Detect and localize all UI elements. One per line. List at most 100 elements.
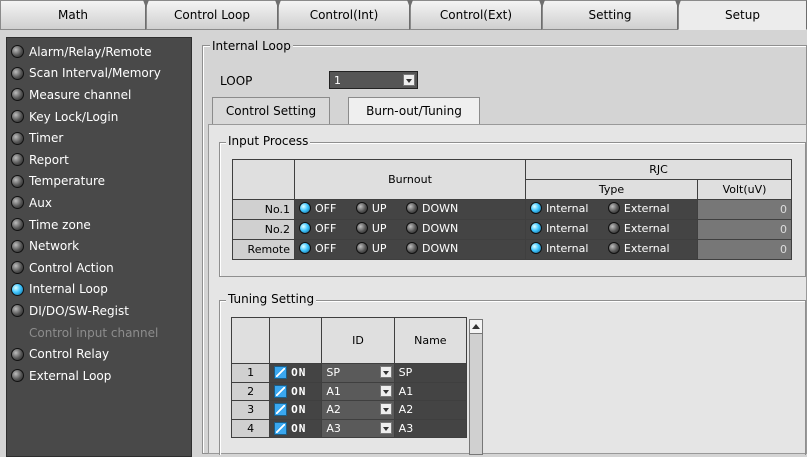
rjc-type-options: Internal External <box>525 219 698 240</box>
tab-setting[interactable]: Setting <box>542 0 678 30</box>
onoff-toggle[interactable]: ON <box>274 384 317 398</box>
burnout-off-radio[interactable]: OFF <box>299 202 336 215</box>
status-led-icon <box>11 218 24 232</box>
tab-control-ext[interactable]: Control(Ext) <box>410 0 542 30</box>
sidebar-item-label: Alarm/Relay/Remote <box>29 44 152 59</box>
id-select[interactable]: SP <box>321 363 395 383</box>
subtab-burn-out-tuning[interactable]: Burn-out/Tuning <box>348 97 480 125</box>
sidebar-item-label: Timer <box>29 131 64 146</box>
table-row: 3 ON A2 A2 <box>230 400 468 420</box>
volt-input[interactable]: 0 <box>697 219 792 240</box>
tab-control-int[interactable]: Control(Int) <box>278 0 410 30</box>
onoff-toggle[interactable]: ON <box>274 422 317 436</box>
rjc-internal-radio[interactable]: Internal <box>530 222 588 235</box>
sidebar-item-internal-loop[interactable]: Internal Loop <box>7 279 191 301</box>
row-number: 1 <box>230 363 271 383</box>
subtab-control-setting[interactable]: Control Setting <box>212 97 330 125</box>
onoff-cell: ON <box>269 363 323 383</box>
volt-input[interactable]: 0 <box>697 199 792 220</box>
id-select[interactable]: A3 <box>321 418 395 439</box>
radio-label: External <box>623 201 670 215</box>
burnout-options: OFF UP DOWN <box>294 199 526 220</box>
sidebar-item-time-zone[interactable]: Time zone <box>7 214 191 236</box>
onoff-toggle[interactable]: ON <box>274 403 317 417</box>
burnout-up-radio[interactable]: UP <box>355 201 387 215</box>
sidebar-item-temperature[interactable]: Temperature <box>7 171 191 193</box>
internal-loop-title: Internal Loop <box>210 39 293 53</box>
radio-off-icon <box>355 242 368 255</box>
sidebar-item-label: Time zone <box>29 217 91 232</box>
status-led-icon <box>11 66 24 80</box>
sidebar-item-alarm-relay-remote[interactable]: Alarm/Relay/Remote <box>7 41 191 63</box>
chevron-down-icon[interactable] <box>379 384 392 397</box>
sidebar-item-control-relay[interactable]: Control Relay <box>7 343 191 365</box>
onoff-toggle[interactable]: ON <box>274 366 317 380</box>
sidebar-item-timer[interactable]: Timer <box>7 127 191 149</box>
status-led-icon <box>11 88 24 102</box>
radio-on-icon <box>299 242 311 255</box>
burnout-up-radio[interactable]: UP <box>355 242 387 255</box>
radio-label: OFF <box>315 221 337 235</box>
tab-control-loop[interactable]: Control Loop <box>146 0 278 30</box>
sidebar-item-report[interactable]: Report <box>7 149 191 171</box>
rjc-external-radio[interactable]: External <box>607 201 670 215</box>
rjc-external-radio[interactable]: External <box>607 221 670 235</box>
row-number: 3 <box>230 400 271 420</box>
row-number: 4 <box>230 418 271 439</box>
sidebar-item-measure-channel[interactable]: Measure channel <box>7 84 191 106</box>
sidebar-item-label: Key Lock/Login <box>29 109 119 124</box>
sidebar-item-aux[interactable]: Aux <box>7 192 191 214</box>
loop-label: LOOP <box>220 74 253 88</box>
loop-select[interactable]: 1 <box>329 71 418 89</box>
rjc-type-options: Internal External <box>525 199 698 220</box>
name-cell: SP <box>393 363 468 383</box>
sidebar-item-label: DI/DO/SW-Regist <box>29 303 129 318</box>
radio-label: External <box>623 221 670 235</box>
burnout-off-radio[interactable]: OFF <box>299 222 336 235</box>
tuning-table: ID Name 1 ON SP SP 2 ON A1 A1 3 ON A2 A2 <box>230 317 468 439</box>
table-row: 4 ON A3 A3 <box>230 418 468 439</box>
radio-label: UP <box>371 201 387 215</box>
status-led-icon <box>11 261 24 275</box>
volt-input[interactable]: 0 <box>697 239 792 260</box>
burnout-off-radio[interactable]: OFF <box>299 242 336 255</box>
sidebar-item-network[interactable]: Network <box>7 235 191 257</box>
chevron-down-icon[interactable] <box>379 403 392 416</box>
id-value: A1 <box>326 384 341 398</box>
chevron-down-icon[interactable] <box>403 74 415 86</box>
burnout-up-radio[interactable]: UP <box>355 222 387 235</box>
row-number: 2 <box>230 381 271 402</box>
checkbox-icon <box>274 366 288 380</box>
radio-off-icon <box>406 202 418 215</box>
subtab-control-setting-label: Control Setting <box>225 104 317 118</box>
tab-math[interactable]: Math <box>0 0 146 30</box>
sidebar-item-external-loop[interactable]: External Loop <box>7 365 191 387</box>
burnout-down-radio[interactable]: DOWN <box>406 202 458 215</box>
onoff-cell: ON <box>269 418 323 439</box>
sidebar-item-di-do-sw-regist[interactable]: DI/DO/SW-Regist <box>7 300 191 322</box>
onoff-cell: ON <box>269 400 323 420</box>
scroll-up-arrow-icon[interactable] <box>470 320 482 334</box>
burnout-down-radio[interactable]: DOWN <box>406 222 458 235</box>
radio-on-icon <box>299 222 311 235</box>
tuning-scrollbar[interactable] <box>469 319 483 455</box>
rjc-internal-radio[interactable]: Internal <box>530 202 588 215</box>
tab-setup[interactable]: Setup <box>678 0 807 30</box>
burnout-down-radio[interactable]: DOWN <box>406 242 458 255</box>
tab-control-loop-label: Control Loop <box>174 8 250 22</box>
sidebar-item-scan-interval-memory[interactable]: Scan Interval/Memory <box>7 63 191 85</box>
burnout-options: OFF UP DOWN <box>294 239 526 260</box>
radio-label: Internal <box>546 241 589 255</box>
id-select[interactable]: A1 <box>321 381 395 402</box>
chevron-down-icon[interactable] <box>379 366 392 378</box>
id-select[interactable]: A2 <box>321 400 395 420</box>
radio-off-icon <box>607 202 620 215</box>
sidebar-item-control-action[interactable]: Control Action <box>7 257 191 279</box>
chevron-down-icon[interactable] <box>379 421 392 434</box>
table-row: No.1 OFF UP DOWN Internal External 0 <box>232 199 792 220</box>
tab-math-label: Math <box>57 8 89 22</box>
rjc-internal-radio[interactable]: Internal <box>530 242 588 255</box>
rjc-external-radio[interactable]: External <box>607 242 670 255</box>
sidebar-item-key-lock-login[interactable]: Key Lock/Login <box>7 106 191 128</box>
volt-header: Volt(uV) <box>697 179 792 200</box>
